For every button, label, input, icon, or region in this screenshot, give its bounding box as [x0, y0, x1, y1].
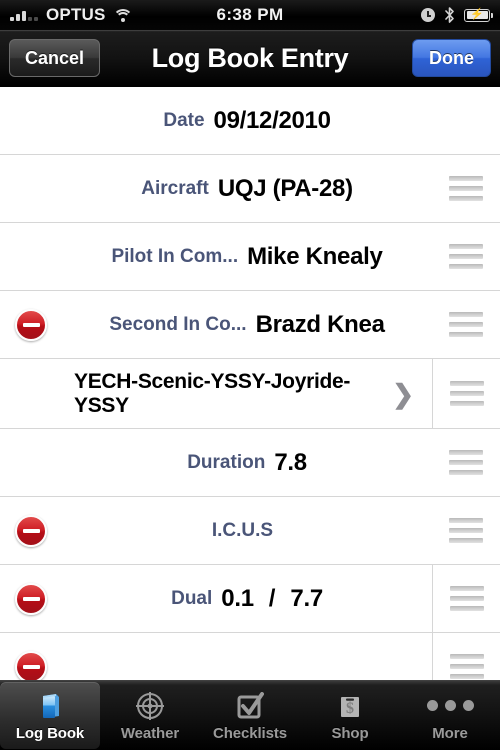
delete-minus-icon[interactable]	[15, 650, 47, 680]
handle-slot[interactable]	[432, 155, 500, 222]
navigation-bar: Cancel Log Book Entry Done	[0, 30, 500, 87]
form-row-duration[interactable]: Duration 7.8	[0, 429, 500, 497]
signal-bars-icon	[10, 9, 38, 21]
field-label: Pilot In Com...	[111, 245, 239, 267]
row-content: Aircraft UQJ (PA-28)	[62, 175, 432, 203]
field-value: 09/12/2010	[213, 106, 331, 134]
form-row-second-in-command[interactable]: Second In Co... Brazd Knea	[0, 291, 500, 359]
reorder-handle-icon[interactable]	[449, 244, 483, 269]
tab-label: Shop	[331, 724, 369, 742]
status-bar: OPTUS 6:38 PM ⚡	[0, 0, 500, 30]
row-content: I.C.U.S	[62, 520, 432, 542]
row-content: Dual 0.1 / 7.7	[62, 585, 432, 613]
form-row-aircraft[interactable]: Aircraft UQJ (PA-28)	[0, 155, 500, 223]
field-label: Duration	[187, 451, 266, 473]
bluetooth-icon	[444, 7, 455, 23]
delete-minus-icon[interactable]	[15, 308, 47, 341]
form-row-icus[interactable]: I.C.U.S	[0, 497, 500, 565]
status-bar-left: OPTUS	[10, 5, 134, 25]
row-content: Duration 7.8	[62, 449, 432, 477]
tab-weather[interactable]: Weather	[100, 682, 200, 749]
field-label: Second In Co...	[109, 313, 247, 335]
form-row-pilot-in-command[interactable]: Pilot In Com... Mike Knealy	[0, 223, 500, 291]
status-bar-right: ⚡	[421, 7, 493, 23]
reorder-handle-icon[interactable]	[449, 450, 483, 475]
field-value: YECH-Scenic-YSSY-Joyride-YSSY	[74, 369, 351, 417]
tab-label: Log Book	[15, 724, 85, 742]
delete-slot[interactable]	[0, 582, 62, 615]
field-label: Dual	[171, 587, 213, 609]
handle-slot[interactable]	[432, 429, 500, 496]
shopping-bag-dollar-icon: $	[333, 690, 367, 722]
book-icon	[33, 690, 67, 722]
field-value: 0.1	[221, 584, 254, 612]
handle-slot[interactable]	[432, 223, 500, 290]
delete-minus-icon[interactable]	[15, 514, 47, 547]
handle-slot[interactable]	[432, 633, 500, 680]
row-content: Second In Co... Brazd Knea	[62, 311, 432, 339]
tab-checklists[interactable]: Checklists	[200, 682, 300, 749]
row-content: Pilot In Com... Mike Knealy	[62, 243, 432, 271]
field-value: Brazd Knea	[255, 310, 385, 338]
checkbox-icon	[233, 690, 267, 722]
handle-slot[interactable]	[432, 497, 500, 564]
field-label: I.C.U.S	[211, 519, 274, 541]
row-content: Date 09/12/2010	[62, 107, 432, 135]
done-button[interactable]: Done	[412, 39, 491, 77]
value-separator: /	[268, 584, 276, 612]
reorder-handle-icon[interactable]	[449, 586, 484, 611]
more-dots-icon	[426, 690, 474, 722]
field-label: Aircraft	[141, 177, 209, 199]
radar-icon	[133, 690, 167, 722]
handle-slot	[432, 87, 500, 154]
tab-log-book[interactable]: Log Book	[0, 682, 100, 749]
reorder-handle-icon[interactable]	[449, 381, 484, 406]
tab-label: Checklists	[212, 724, 288, 742]
chevron-right-icon[interactable]: ❯	[392, 381, 414, 407]
wifi-icon	[113, 8, 134, 22]
app-screen: OPTUS 6:38 PM ⚡ Cancel Log Book Entry Do…	[0, 0, 500, 750]
delete-minus-icon[interactable]	[15, 582, 47, 615]
reorder-handle-icon[interactable]	[449, 654, 484, 679]
form-row-dual[interactable]: Dual 0.1 / 7.7	[0, 565, 500, 633]
battery-charging-icon: ⚡	[464, 8, 493, 22]
field-value: 7.8	[274, 448, 307, 476]
handle-slot[interactable]	[432, 359, 500, 428]
tab-more[interactable]: More	[400, 682, 500, 749]
reorder-handle-icon[interactable]	[449, 312, 483, 337]
field-value: Mike Knealy	[247, 242, 383, 270]
field-label: Date	[163, 109, 205, 131]
row-content: YECH-Scenic-YSSY-Joyride-YSSY ❯	[0, 370, 432, 417]
tab-bar: Log Book Weather Checklists $ Shop More	[0, 680, 500, 750]
handle-slot[interactable]	[432, 565, 500, 632]
form-row-partial[interactable]	[0, 633, 500, 680]
form-row-route[interactable]: YECH-Scenic-YSSY-Joyride-YSSY ❯	[0, 359, 500, 429]
reorder-handle-icon[interactable]	[449, 176, 483, 201]
clock-time: 6:38 PM	[216, 5, 284, 24]
field-value-secondary: 7.7	[290, 584, 323, 612]
delete-slot[interactable]	[0, 308, 62, 341]
svg-text:$: $	[346, 700, 354, 717]
tab-shop[interactable]: $ Shop	[300, 682, 400, 749]
form-row-date[interactable]: Date 09/12/2010	[0, 87, 500, 155]
field-value: UQJ (PA-28)	[217, 174, 353, 202]
delete-slot[interactable]	[0, 650, 62, 680]
alarm-clock-icon	[421, 8, 435, 22]
reorder-handle-icon[interactable]	[449, 518, 483, 543]
cancel-button[interactable]: Cancel	[9, 39, 101, 77]
tab-label: Weather	[120, 724, 180, 742]
tab-label: More	[432, 724, 468, 742]
carrier-name: OPTUS	[46, 5, 106, 24]
handle-slot[interactable]	[432, 291, 500, 358]
log-book-entry-form[interactable]: Date 09/12/2010 Aircraft UQJ (PA-28) Pil…	[0, 87, 500, 680]
delete-slot[interactable]	[0, 514, 62, 547]
